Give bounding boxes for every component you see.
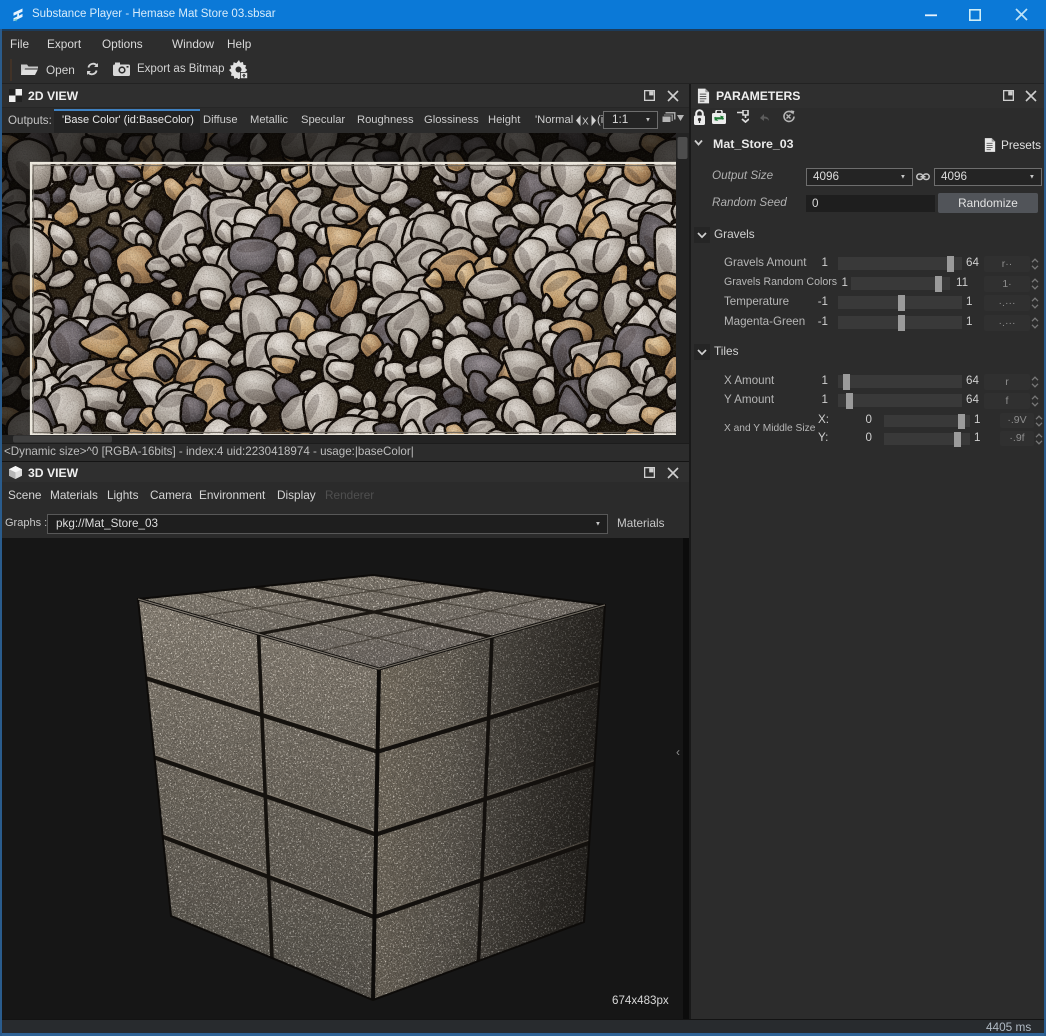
svg-text:X: X — [582, 117, 589, 127]
